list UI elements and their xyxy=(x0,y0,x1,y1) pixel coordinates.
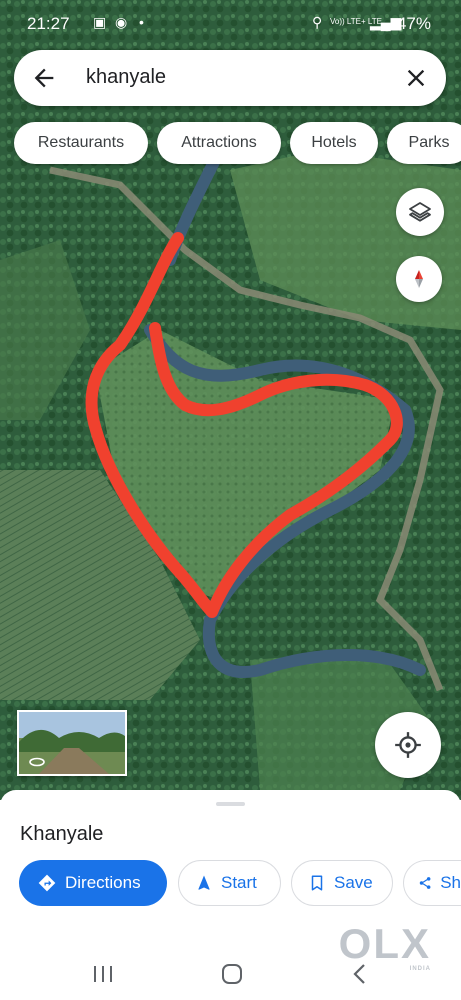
status-time: 21:27 xyxy=(27,14,70,33)
watermark-brand: OLX xyxy=(338,920,431,967)
share-label: Sh xyxy=(440,873,461,892)
directions-button[interactable]: Directions xyxy=(19,860,167,906)
chip-parks[interactable]: Parks xyxy=(387,122,461,164)
location-pin-icon: ⚲ xyxy=(312,14,323,30)
directions-label: Directions xyxy=(65,873,141,892)
home-icon[interactable] xyxy=(221,963,243,985)
bookmark-icon xyxy=(311,875,323,891)
battery-level: 47% xyxy=(396,14,431,33)
watermark-sub: INDIA xyxy=(409,966,431,972)
whatsapp-icon: ◉ xyxy=(115,14,128,30)
back-arrow-icon[interactable] xyxy=(30,64,58,92)
my-location-button[interactable] xyxy=(375,712,441,778)
start-button[interactable]: Start xyxy=(178,860,281,906)
close-icon[interactable] xyxy=(402,64,430,92)
save-label: Save xyxy=(334,873,373,892)
dot-icon: • xyxy=(139,14,144,30)
layers-button[interactable] xyxy=(396,188,444,236)
rotate-360-icon xyxy=(29,757,45,767)
chip-hotels[interactable]: Hotels xyxy=(290,122,378,164)
place-title: Khanyale xyxy=(20,823,104,845)
olx-watermark: OLX INDIA xyxy=(338,920,431,972)
street-view-thumbnail[interactable] xyxy=(17,710,127,776)
save-button[interactable]: Save xyxy=(291,860,393,906)
layers-icon xyxy=(409,202,431,222)
crosshair-icon xyxy=(395,732,421,758)
search-bar[interactable]: khanyale xyxy=(14,50,446,106)
chip-restaurants[interactable]: Restaurants xyxy=(14,122,148,164)
status-bar: 21:27 ▣ ◉ • ⚲ Vo)) LTE+ LTE ▂▄▆ 47% xyxy=(0,0,461,46)
compass-button[interactable] xyxy=(396,256,442,302)
search-query[interactable]: khanyale xyxy=(86,66,166,89)
satellite-map[interactable] xyxy=(0,0,461,800)
start-label: Start xyxy=(221,873,257,892)
share-icon xyxy=(419,877,431,889)
chip-attractions[interactable]: Attractions xyxy=(157,122,281,164)
drag-handle[interactable] xyxy=(216,802,245,806)
app-notification-icon: ▣ xyxy=(93,14,107,30)
share-button[interactable]: Sh xyxy=(403,860,461,906)
directions-icon xyxy=(38,874,56,892)
navigation-arrow-icon xyxy=(198,875,210,890)
compass-icon xyxy=(415,270,423,288)
recent-apps-icon[interactable] xyxy=(92,964,114,984)
